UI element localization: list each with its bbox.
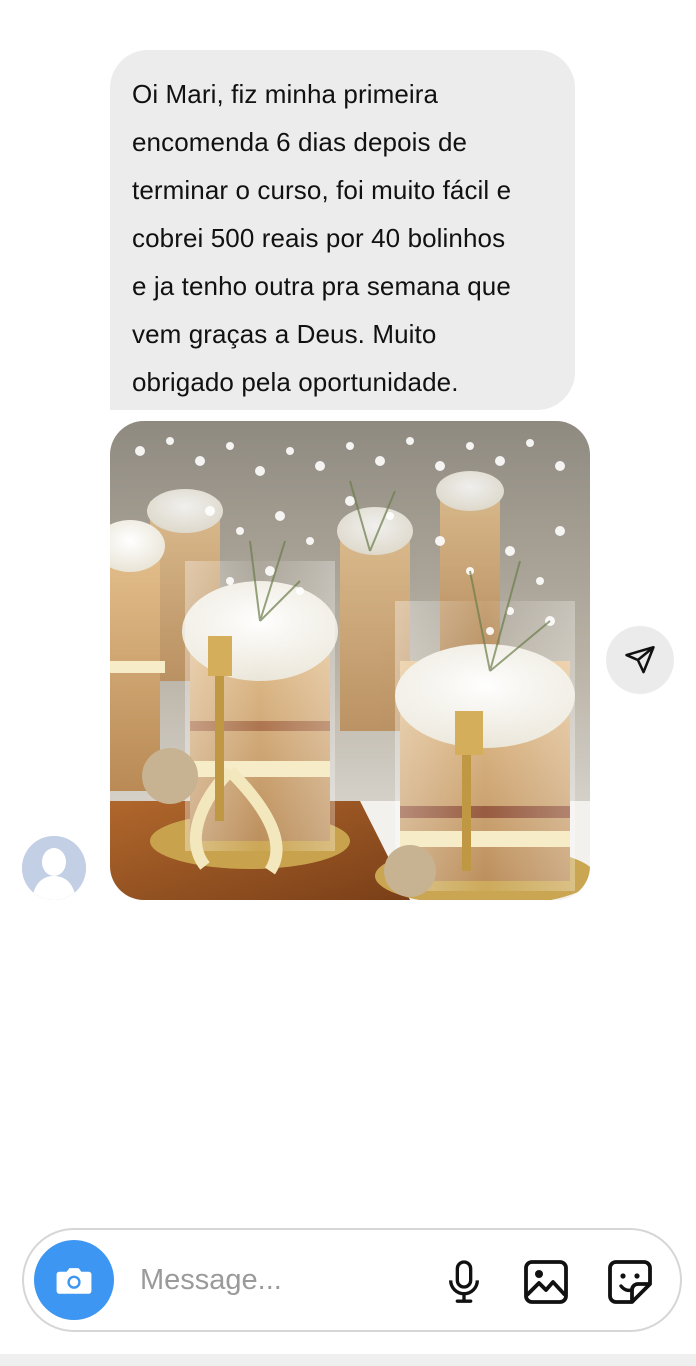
sticker-icon	[608, 1260, 652, 1304]
message-composer	[22, 1228, 682, 1332]
paper-plane-icon	[625, 645, 655, 674]
sticker-button[interactable]	[605, 1257, 655, 1307]
microphone-icon	[449, 1260, 479, 1303]
avatar[interactable]	[22, 836, 86, 900]
message-bubble[interactable]: Oi Mari, fiz minha primeira encomenda 6 …	[110, 50, 575, 410]
camera-icon	[56, 1268, 92, 1294]
bottom-bar	[0, 1354, 696, 1366]
photo-message[interactable]	[110, 421, 590, 900]
microphone-button[interactable]	[439, 1257, 489, 1307]
cake-jars-photo	[110, 421, 590, 900]
image-icon	[524, 1260, 568, 1304]
message-text: Oi Mari, fiz minha primeira encomenda 6 …	[132, 79, 512, 397]
default-avatar-icon	[22, 836, 86, 900]
gallery-button[interactable]	[521, 1257, 571, 1307]
camera-button[interactable]	[34, 1240, 114, 1320]
message-input[interactable]	[140, 1256, 420, 1304]
share-button[interactable]	[606, 626, 674, 694]
